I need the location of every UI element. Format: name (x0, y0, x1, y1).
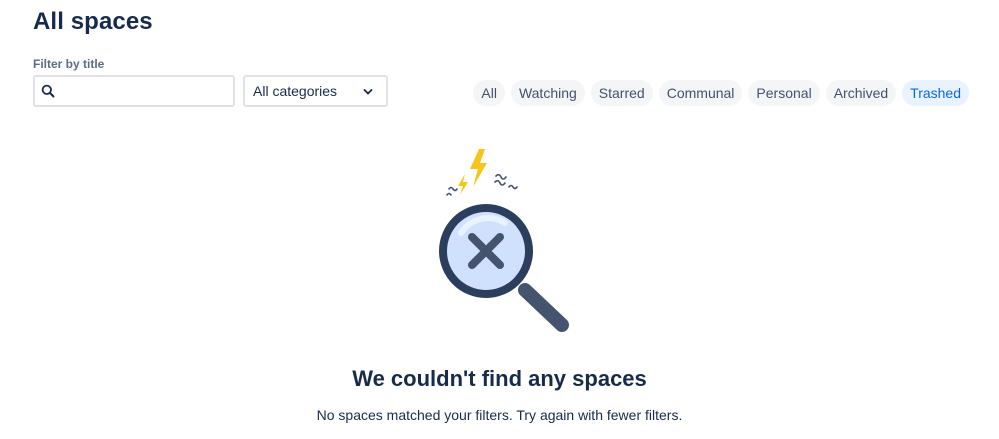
category-select[interactable]: All categories (243, 75, 388, 107)
tab-watching[interactable]: Watching (510, 80, 585, 106)
filter-by-title-label: Filter by title (33, 57, 105, 71)
search-icon (41, 84, 55, 98)
tab-trashed[interactable]: Trashed (902, 80, 969, 106)
tab-archived[interactable]: Archived (825, 80, 897, 106)
empty-state-message: No spaces matched your filters. Try agai… (316, 407, 683, 423)
tab-personal[interactable]: Personal (748, 80, 820, 106)
magnifier-x-icon (439, 149, 569, 332)
tab-communal[interactable]: Communal (658, 80, 743, 106)
space-type-tabs: All Watching Starred Communal Personal A… (473, 80, 969, 106)
empty-state-title: We couldn't find any spaces (352, 366, 647, 391)
tab-all[interactable]: All (473, 80, 505, 106)
search-field[interactable] (33, 75, 235, 107)
category-select-value: All categories (253, 83, 338, 99)
page-title: All spaces (33, 8, 153, 35)
chevron-down-icon (363, 89, 373, 95)
search-input[interactable] (59, 77, 229, 105)
tab-starred[interactable]: Starred (590, 80, 653, 106)
